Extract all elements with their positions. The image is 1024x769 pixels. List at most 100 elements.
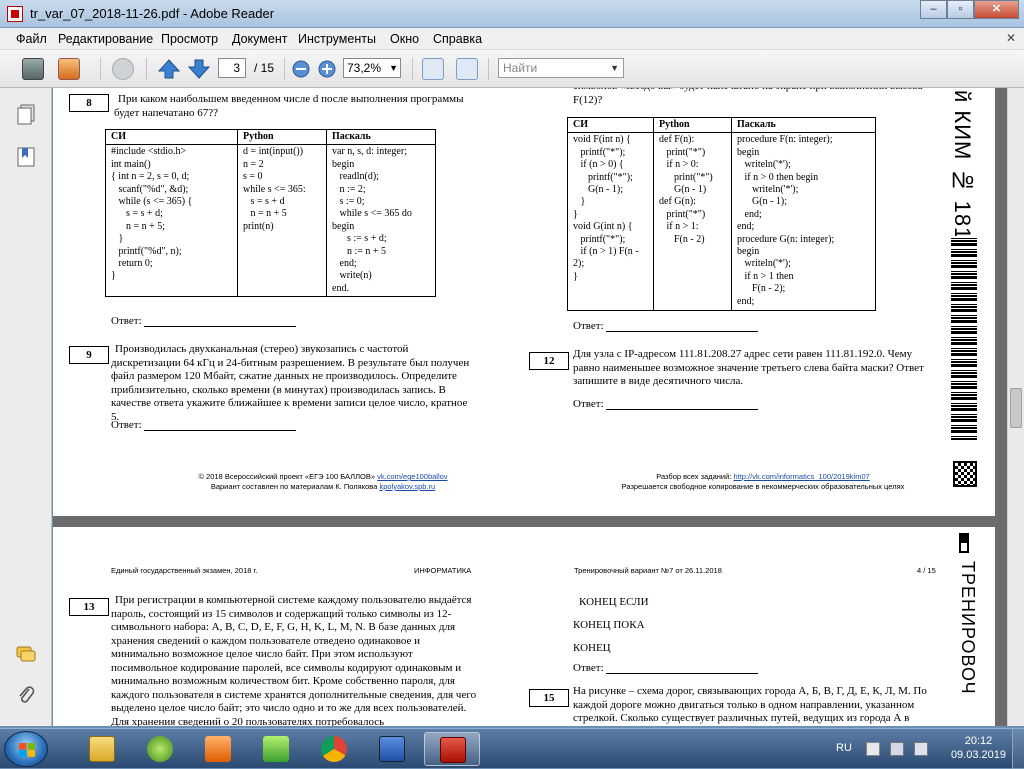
prev-page-icon[interactable]	[158, 58, 180, 80]
taskbar-explorer[interactable]	[74, 732, 130, 766]
code-python: d = int(input()) n = 2 s = 0 while s <= …	[237, 144, 327, 298]
col-pascal-header: Паскаль	[326, 128, 436, 146]
question-12-number: 12	[529, 352, 569, 370]
menu-window[interactable]: Окно	[390, 32, 419, 46]
chevron-down-icon: ▼	[610, 63, 619, 73]
page-header-center: ИНФОРМАТИКА	[414, 566, 472, 575]
bookmarks-icon[interactable]	[16, 146, 36, 168]
adobe-reader-icon	[440, 737, 466, 763]
code-c: void F(int n) { printf("*"); if (n > 0) …	[567, 132, 654, 312]
answer-line	[606, 400, 759, 410]
page-number-input[interactable]: 3	[218, 58, 246, 78]
clock-date: 09.03.2019	[950, 749, 1006, 761]
app-green-icon	[147, 736, 173, 762]
adobe-reader-icon	[7, 6, 23, 22]
footer-analysis-label: Разбор всех заданий:	[656, 472, 732, 481]
marker-box	[959, 533, 969, 553]
find-placeholder: Найти	[503, 61, 538, 75]
close-document-icon[interactable]: ✕	[1006, 31, 1016, 45]
cloud-icon[interactable]	[112, 58, 134, 80]
col-python-header: Python	[653, 116, 732, 134]
window-title: tr_var_07_2018-11-26.pdf - Adobe Reader	[30, 6, 275, 21]
footer-vk-link[interactable]: vk.com/ege100ballov	[377, 472, 447, 481]
zoom-select[interactable]: 73,2% ▼	[343, 58, 401, 78]
clock[interactable]: 20:12 09.03.2019	[951, 734, 1006, 762]
question-8-answer: Ответ:	[111, 315, 297, 327]
music-icon	[263, 736, 289, 762]
footer-right-line-1: Разбор всех заданий: http://vk.com/infor…	[593, 472, 933, 482]
taskbar-adobe-reader[interactable]	[424, 732, 480, 766]
question-9-answer: Ответ:	[111, 419, 297, 431]
answer-label: Ответ:	[573, 662, 604, 674]
system-tray: RU 20:12 09.03.2019	[828, 729, 1024, 769]
question-11-answer: Ответ:	[573, 320, 759, 332]
close-button[interactable]: ✕	[974, 0, 1019, 19]
vertical-scrollbar[interactable]	[1007, 88, 1024, 726]
question-14-answer: Ответ:	[573, 662, 759, 674]
question-8-code-table: СИ Python Паскаль #include <stdio.h> int…	[105, 128, 436, 298]
page-header-page: 4 / 15	[917, 566, 936, 575]
question-8-number: 8	[69, 94, 109, 112]
share-icon[interactable]	[58, 58, 80, 80]
zoom-in-icon[interactable]	[318, 60, 336, 78]
answer-label: Ответ:	[573, 398, 604, 410]
menu-edit[interactable]: Редактирование	[58, 32, 153, 46]
footer-left: © 2018 Всероссийский проект «ЕГЭ 100 БАЛ…	[163, 472, 483, 492]
menu-file[interactable]: Файл	[16, 32, 47, 46]
folder-icon	[89, 736, 115, 762]
menu-document[interactable]: Документ	[232, 32, 287, 46]
qr-code-image	[953, 461, 977, 487]
zoom-out-icon[interactable]	[292, 60, 310, 78]
taskbar-chrome[interactable]	[306, 732, 362, 766]
comments-icon[interactable]	[16, 644, 36, 666]
action-center-icon[interactable]	[866, 742, 880, 756]
question-12-answer: Ответ:	[573, 398, 759, 410]
footer-copyright: © 2018 Всероссийский проект «ЕГЭ 100 БАЛ…	[198, 472, 375, 481]
volume-icon[interactable]	[914, 742, 928, 756]
chevron-down-icon: ▼	[389, 63, 398, 73]
question-8-text: При каком наибольшем введенном числе d п…	[114, 93, 464, 119]
toolbar-separator	[100, 58, 101, 80]
media-player-icon	[205, 736, 231, 762]
network-icon[interactable]	[890, 742, 904, 756]
col-pascal-header: Паскаль	[731, 116, 876, 134]
attachments-icon[interactable]	[16, 684, 36, 706]
show-desktop-button[interactable]	[1012, 729, 1024, 769]
question-13-number: 13	[69, 598, 109, 616]
minimize-button[interactable]: –	[920, 0, 947, 19]
code-pascal: var n, s, d: integer; begin readln(d); n…	[326, 144, 436, 298]
footer-analysis-link[interactable]: http://vk.com/informatics_100/2019kim07	[733, 472, 869, 481]
page-header-right: Тренировочный вариант №7 от 26.11.2018	[574, 566, 722, 575]
footer-right: Разбор всех заданий: http://vk.com/infor…	[593, 472, 933, 492]
pages-icon[interactable]	[16, 104, 36, 126]
fit-width-icon[interactable]	[456, 58, 478, 80]
language-indicator[interactable]: RU	[836, 742, 852, 754]
start-button[interactable]	[4, 731, 48, 767]
footer-license: Разрешается свободное копирование в неко…	[621, 482, 905, 491]
footer-left-line-1: © 2018 Всероссийский проект «ЕГЭ 100 БАЛ…	[163, 472, 483, 482]
toolbar-separator	[412, 58, 413, 80]
footer-polyakov-link[interactable]: kpolyakov.spb.ru	[379, 482, 435, 491]
next-page-icon[interactable]	[188, 58, 210, 80]
print-icon[interactable]	[22, 58, 44, 80]
answer-line	[606, 322, 759, 332]
maximize-button[interactable]: ▫	[947, 0, 974, 19]
menu-help[interactable]: Справка	[433, 32, 482, 46]
answer-line	[144, 317, 297, 327]
answer-line	[144, 421, 297, 431]
question-9-text: Производилась двухканальная (стерео) зву…	[111, 343, 470, 423]
col-c-header: СИ	[567, 116, 654, 134]
menu-view[interactable]: Просмотр	[161, 32, 218, 46]
taskbar-app-green[interactable]	[132, 732, 188, 766]
taskbar-music[interactable]	[248, 732, 304, 766]
find-input[interactable]: Найти ▼	[498, 58, 624, 78]
title-bar: tr_var_07_2018-11-26.pdf - Adobe Reader …	[0, 0, 1024, 28]
chrome-icon	[321, 736, 347, 762]
scrollbar-thumb[interactable]	[1010, 388, 1022, 428]
document-view[interactable]: 8 При каком наибольшем введенном числе d…	[53, 88, 1007, 726]
taskbar-media-player[interactable]	[190, 732, 246, 766]
menu-tools[interactable]: Инструменты	[298, 32, 376, 46]
taskbar-word[interactable]	[364, 732, 420, 766]
answer-label: Ответ:	[573, 320, 604, 332]
fit-page-icon[interactable]	[422, 58, 444, 80]
